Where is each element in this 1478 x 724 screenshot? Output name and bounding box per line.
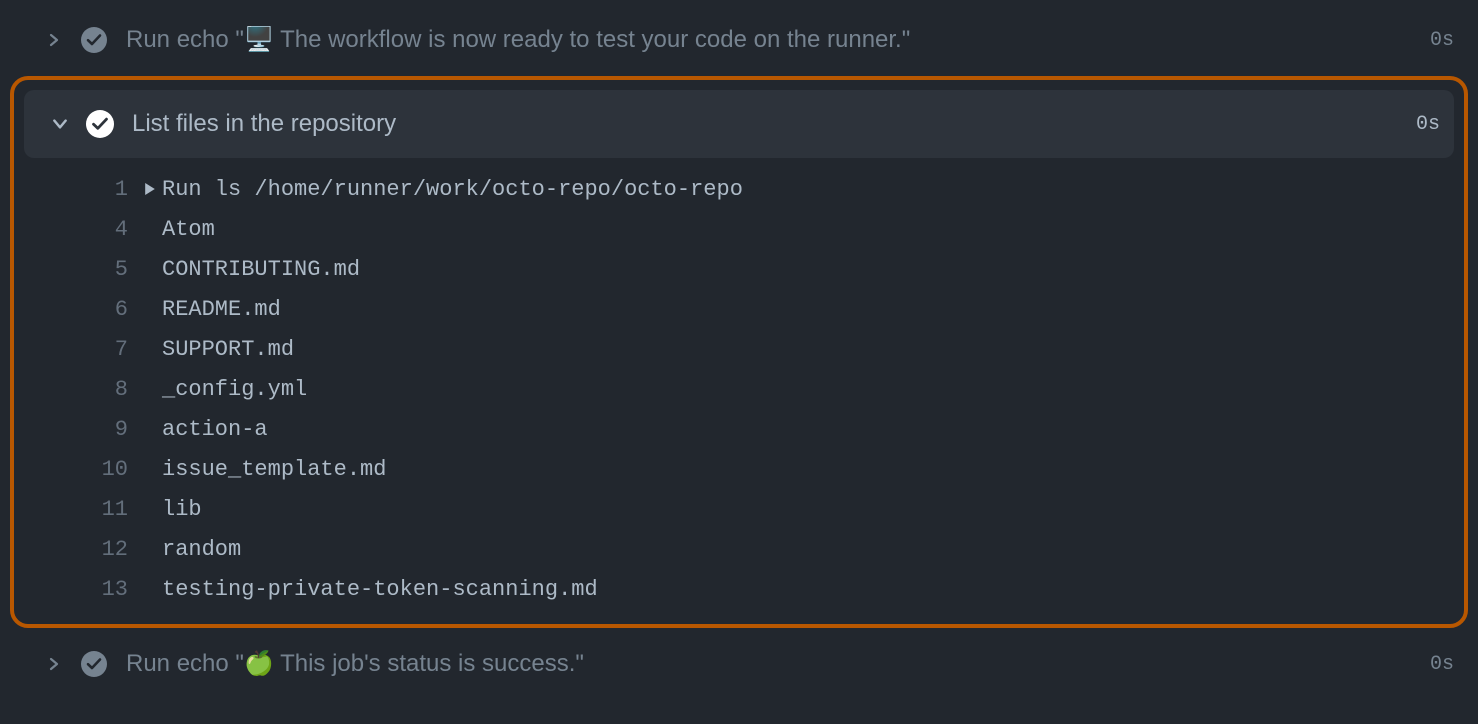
log-line-text: SUPPORT.md xyxy=(162,330,294,370)
desktop-emoji: 🖥️ xyxy=(244,26,274,55)
step-title: Run echo "🖥️ The workflow is now ready t… xyxy=(126,26,1412,55)
log-line-text: testing-private-token-scanning.md xyxy=(162,570,598,610)
log-line-number: 7 xyxy=(24,330,144,370)
log-line-text: _config.yml xyxy=(162,370,307,410)
log-line-number: 12 xyxy=(24,530,144,570)
step-title: Run echo "🍏 This job's status is success… xyxy=(126,650,1412,679)
log-line-text: Atom xyxy=(162,210,215,250)
workflow-step[interactable]: Run echo "🖥️ The workflow is now ready t… xyxy=(0,12,1478,68)
step-duration: 0s xyxy=(1416,113,1440,136)
step-duration: 0s xyxy=(1430,653,1454,676)
chevron-right-icon xyxy=(42,652,66,676)
log-line-number: 8 xyxy=(24,370,144,410)
step-title-suffix: The workflow is now ready to test your c… xyxy=(274,26,910,53)
log-line-output: 8 _config.yml xyxy=(24,370,1454,410)
log-line-output: 5 CONTRIBUTING.md xyxy=(24,250,1454,290)
check-circle-icon xyxy=(86,110,114,138)
step-title: List files in the repository xyxy=(132,110,1398,139)
check-circle-icon xyxy=(80,26,108,54)
log-line-number: 10 xyxy=(24,450,144,490)
log-line-text: action-a xyxy=(162,410,268,450)
disclosure-triangle-icon[interactable] xyxy=(144,183,162,195)
workflow-step-expanded: List files in the repository 0s 1 Run ls… xyxy=(14,90,1464,610)
log-line-number: 13 xyxy=(24,570,144,610)
log-line-text: CONTRIBUTING.md xyxy=(162,250,360,290)
log-line-output: 7 SUPPORT.md xyxy=(24,330,1454,370)
log-line-number: 1 xyxy=(24,170,144,210)
check-circle-icon xyxy=(80,650,108,678)
log-line-output: 13 testing-private-token-scanning.md xyxy=(24,570,1454,610)
chevron-down-icon xyxy=(48,112,72,136)
step-title-suffix: This job's status is success." xyxy=(274,650,584,677)
log-line-output: 6 README.md xyxy=(24,290,1454,330)
step-log: 1 Run ls /home/runner/work/octo-repo/oct… xyxy=(14,166,1464,610)
log-line-number: 6 xyxy=(24,290,144,330)
apple-emoji: 🍏 xyxy=(244,650,274,679)
step-header[interactable]: Run echo "🖥️ The workflow is now ready t… xyxy=(0,12,1478,68)
step-header[interactable]: List files in the repository 0s xyxy=(24,90,1454,158)
log-line-number: 11 xyxy=(24,490,144,530)
log-line-text: random xyxy=(162,530,241,570)
log-line-command[interactable]: 1 Run ls /home/runner/work/octo-repo/oct… xyxy=(24,170,1454,210)
log-line-text: issue_template.md xyxy=(162,450,386,490)
log-line-output: 4 Atom xyxy=(24,210,1454,250)
log-line-number: 4 xyxy=(24,210,144,250)
log-line-text: README.md xyxy=(162,290,281,330)
step-title-prefix: Run echo " xyxy=(126,650,244,677)
highlight-frame: List files in the repository 0s 1 Run ls… xyxy=(10,76,1468,628)
log-line-output: 9 action-a xyxy=(24,410,1454,450)
step-duration: 0s xyxy=(1430,29,1454,52)
chevron-right-icon xyxy=(42,28,66,52)
log-line-number: 9 xyxy=(24,410,144,450)
step-title-prefix: Run echo " xyxy=(126,26,244,53)
workflow-step[interactable]: Run echo "🍏 This job's status is success… xyxy=(0,636,1478,692)
log-line-output: 11 lib xyxy=(24,490,1454,530)
log-line-output: 12 random xyxy=(24,530,1454,570)
log-line-output: 10 issue_template.md xyxy=(24,450,1454,490)
log-line-number: 5 xyxy=(24,250,144,290)
log-line-text: Run ls /home/runner/work/octo-repo/octo-… xyxy=(162,170,743,210)
step-header[interactable]: Run echo "🍏 This job's status is success… xyxy=(0,636,1478,692)
log-line-text: lib xyxy=(162,490,202,530)
